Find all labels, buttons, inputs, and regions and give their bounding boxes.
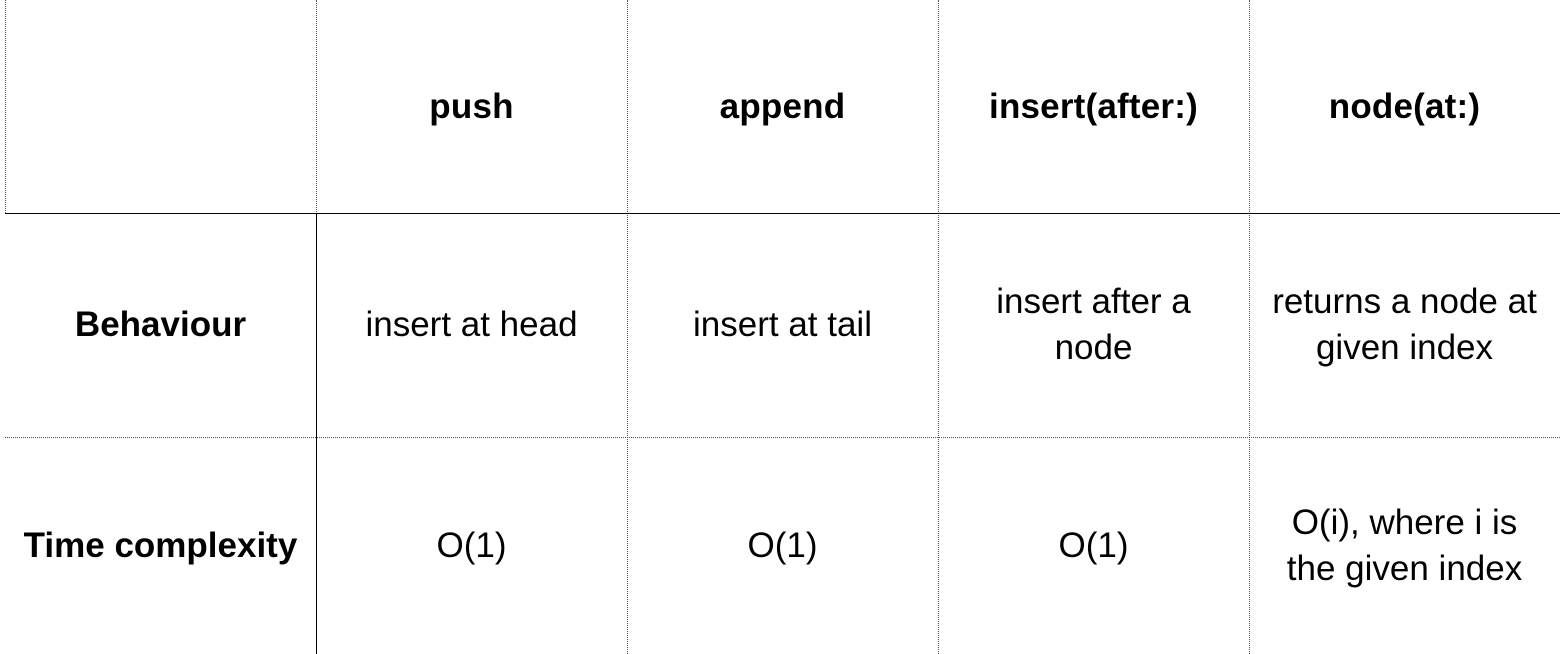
row-label-behaviour: Behaviour	[74, 305, 247, 344]
corner-cell	[5, 0, 316, 213]
cell-append-complexity: O(1)	[747, 525, 818, 565]
cell-push-complexity: O(1)	[436, 525, 507, 565]
column-header-append: append	[719, 86, 846, 126]
cell-node-at-complexity: O(i), where i is the given index	[1286, 502, 1523, 588]
column-header-push: push	[429, 86, 514, 126]
cell-node-at-behaviour: returns a node at given index	[1272, 282, 1537, 367]
row-label-time-complexity: Time complexity	[23, 525, 298, 565]
column-header-node-at: node(at:)	[1328, 86, 1481, 126]
operations-comparison-table: push append insert(after:) node(at:) Beh…	[0, 0, 1562, 654]
cell-insert-after-behaviour: insert after a node	[996, 282, 1191, 367]
cell-insert-after-complexity: O(1)	[1058, 525, 1129, 565]
cell-append-behaviour: insert at tail	[693, 305, 872, 344]
column-header-insert-after: insert(after:)	[989, 86, 1198, 126]
cell-push-behaviour: insert at head	[365, 305, 578, 344]
